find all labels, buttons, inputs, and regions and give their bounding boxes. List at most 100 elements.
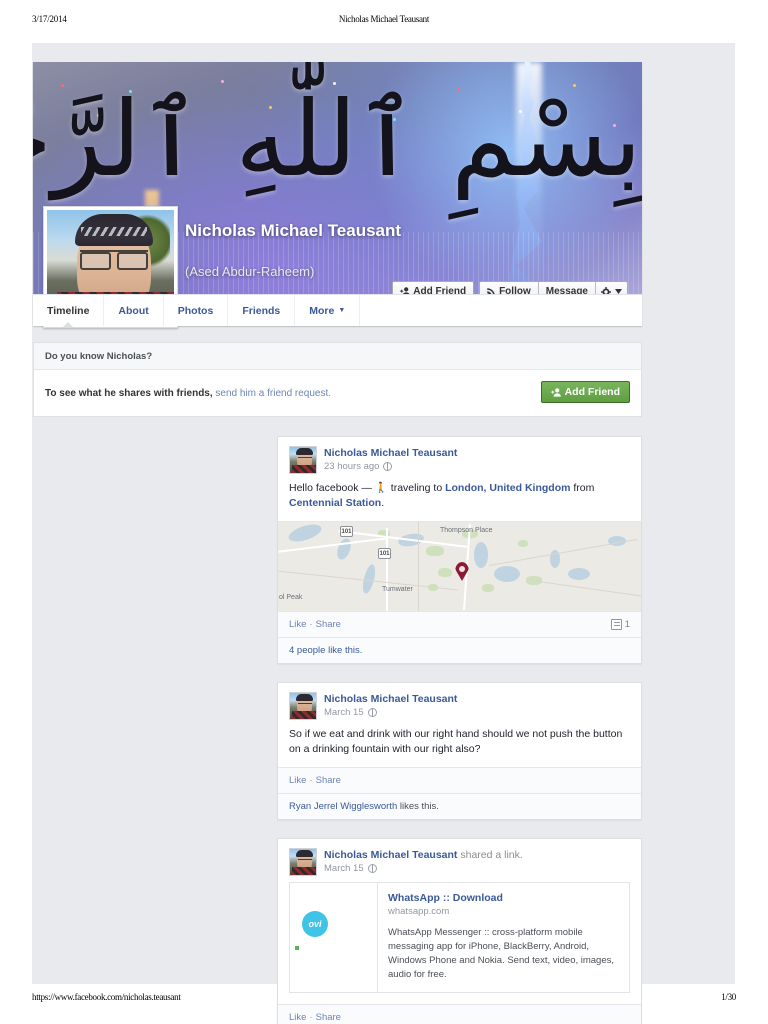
add-friend-button-card[interactable]: Add Friend — [540, 381, 630, 403]
add-friend-card-label: Add Friend — [564, 386, 620, 398]
post-author[interactable]: Nicholas Michael Teausant — [324, 693, 457, 705]
post-header: Nicholas Michael Teausant March 15 — [278, 683, 641, 724]
chevron-down-icon: ▼ — [338, 307, 346, 314]
print-footer: https://www.facebook.com/nicholas.teausa… — [0, 992, 768, 1008]
profile-tabbar: Timeline About Photos Friends More ▼ — [33, 294, 642, 327]
post-author-action: shared a link. — [457, 849, 523, 861]
glasses-icon — [80, 250, 148, 270]
tabbar-spacer — [360, 295, 642, 326]
globe-icon — [367, 708, 377, 717]
post-text-part: . — [381, 497, 385, 509]
map-label-thompson-place: Thompson Place — [440, 527, 493, 534]
likes-suffix: likes this. — [397, 801, 439, 812]
post-text: So if we eat and drink with our right ha… — [289, 728, 623, 755]
profile-name: Nicholas Michael Teausant — [185, 221, 402, 240]
post-text: Hello facebook — 🚶 traveling to London, … — [278, 478, 641, 521]
print-header: 3/17/2014 Nicholas Michael Teausant — [0, 14, 768, 30]
share-link[interactable]: Share — [316, 619, 341, 630]
map-attachment[interactable]: 101 101 Thompson Place Tumwater ol Peak — [278, 521, 641, 611]
tab-photos[interactable]: Photos — [164, 295, 229, 326]
post: Nicholas Michael Teausant March 15 So if… — [277, 682, 642, 820]
post-meta: Nicholas Michael Teausant shared a link.… — [324, 848, 523, 876]
link-title[interactable]: WhatsApp :: Download — [388, 892, 619, 904]
avatar[interactable] — [289, 848, 317, 876]
profile-header: بِسْمِ ٱللَّٰهِ ٱلرَّحْمَٰنِ ٱلرَّحِيمِ … — [33, 62, 642, 328]
route-shield-101-a: 101 — [340, 526, 353, 537]
post-timestamp: March 15 — [324, 707, 457, 718]
post-action-links: Like · Share — [289, 1012, 341, 1023]
comment-icon — [610, 619, 622, 630]
know-card-text-prefix: To see what he shares with friends, — [45, 388, 216, 399]
link-attachment[interactable]: ovi WhatsApp :: Download whatsapp.com Wh… — [289, 882, 630, 993]
knit-cap — [75, 214, 153, 246]
post-time-label: March 15 — [324, 863, 364, 874]
like-link[interactable]: Like — [289, 1012, 306, 1023]
know-card-title: Do you know Nicholas? — [34, 343, 641, 370]
post-actions: Like · Share 1 — [278, 611, 641, 637]
comment-count[interactable]: 1 — [610, 619, 630, 630]
post-timestamp: March 15 — [324, 863, 523, 874]
post-author[interactable]: Nicholas Michael Teausant shared a link. — [324, 849, 523, 861]
send-friend-request-link[interactable]: send him a friend request. — [215, 388, 331, 399]
like-link[interactable]: Like — [289, 619, 306, 630]
post: Nicholas Michael Teausant 23 hours ago H… — [277, 436, 642, 664]
share-link[interactable]: Share — [316, 1012, 341, 1023]
post-time-label: 23 hours ago — [324, 461, 380, 472]
post-time-label: March 15 — [324, 707, 364, 718]
tab-more[interactable]: More ▼ — [295, 295, 361, 326]
post-action-links: Like · Share — [289, 775, 341, 786]
link-thumbnail: ovi — [290, 883, 378, 992]
avatar[interactable] — [289, 692, 317, 720]
printed-facebook-page: 3/17/2014 Nicholas Michael Teausant بِسْ… — [0, 0, 768, 1024]
globe-icon — [383, 462, 393, 471]
tab-about[interactable]: About — [104, 295, 164, 326]
globe-icon — [367, 864, 377, 873]
print-url: https://www.facebook.com/nicholas.teausa… — [32, 992, 181, 1002]
post-author[interactable]: Nicholas Michael Teausant — [324, 447, 457, 459]
know-card-text: To see what he shares with friends, send… — [45, 388, 331, 399]
tab-timeline[interactable]: Timeline — [33, 295, 105, 327]
post-author-name: Nicholas Michael Teausant — [324, 849, 458, 861]
map-label-tumwater: Tumwater — [382, 586, 413, 593]
people-like-link[interactable]: 4 people like this. — [289, 645, 362, 656]
profile-alias: (Ased Abdur-Raheem) — [185, 264, 315, 279]
location-link-destination[interactable]: London, United Kingdom — [445, 482, 570, 494]
tab-photos-label: Photos — [177, 304, 214, 317]
post-author-name: Nicholas Michael Teausant — [324, 693, 458, 705]
map-label-ol-peak: ol Peak — [279, 594, 303, 601]
link-host: whatsapp.com — [388, 906, 450, 917]
post-header: Nicholas Michael Teausant shared a link.… — [278, 839, 641, 880]
know-person-card: Do you know Nicholas? To see what he sha… — [33, 342, 642, 417]
post-text-part: traveling to — [387, 482, 446, 494]
cover-calligraphy-text: بِسْمِ ٱللَّٰهِ ٱلرَّحْمَٰنِ ٱلرَّحِيمِ — [33, 78, 642, 200]
add-friend-icon — [550, 387, 561, 397]
tab-about-label: About — [118, 304, 149, 317]
green-dot-icon — [295, 946, 299, 950]
liker-name-link[interactable]: Ryan Jerrel Wigglesworth — [289, 801, 397, 812]
post-meta: Nicholas Michael Teausant March 15 — [324, 692, 457, 720]
print-page-number: 1/30 — [721, 992, 736, 1002]
avatar[interactable] — [289, 446, 317, 474]
tab-friends[interactable]: Friends — [228, 295, 296, 326]
post-text-part: from — [570, 482, 595, 494]
print-title: Nicholas Michael Teausant — [338, 14, 430, 24]
post-author-name: Nicholas Michael Teausant — [324, 447, 458, 459]
know-card-body: To see what he shares with friends, send… — [34, 370, 641, 417]
post-header: Nicholas Michael Teausant 23 hours ago — [278, 437, 641, 478]
share-link[interactable]: Share — [316, 775, 341, 786]
post-timestamp: 23 hours ago — [324, 461, 457, 472]
tab-timeline-label: Timeline — [47, 304, 90, 317]
like-link[interactable]: Like — [289, 775, 306, 786]
post-actions: Like · Share — [278, 767, 641, 793]
post-likes: Ryan Jerrel Wigglesworth likes this. — [278, 793, 641, 819]
ovi-badge-icon: ovi — [302, 911, 328, 937]
link-details: WhatsApp :: Download whatsapp.com WhatsA… — [378, 883, 629, 992]
route-shield-101-b: 101 — [378, 548, 391, 559]
walking-person-icon: 🚶 — [374, 482, 388, 494]
post-meta: Nicholas Michael Teausant 23 hours ago — [324, 446, 457, 474]
post-likes: 4 people like this. — [278, 637, 641, 663]
link-description: WhatsApp Messenger :: cross-platform mob… — [388, 927, 615, 980]
comment-count-value: 1 — [624, 619, 630, 630]
location-link-origin[interactable]: Centennial Station — [289, 497, 381, 509]
tab-friends-label: Friends — [242, 304, 281, 317]
